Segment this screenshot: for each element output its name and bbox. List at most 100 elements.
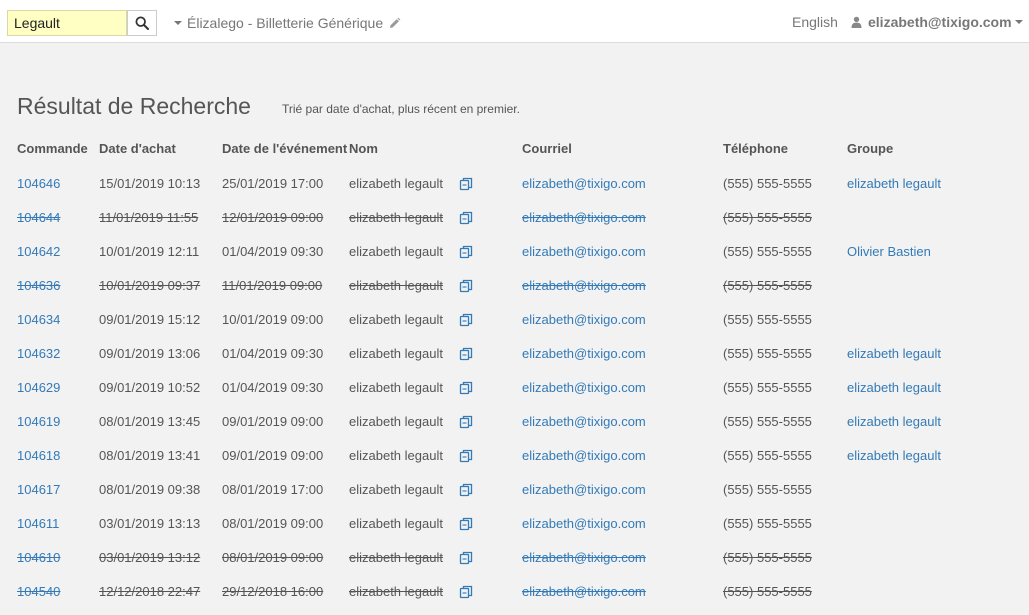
order-link[interactable]: 104646 [17,176,60,191]
copy-cell [459,234,522,268]
column-header-event-date[interactable]: Date de l'événement [222,130,349,166]
order-cell: 104617 [17,472,99,506]
table-row: 104618 08/01/2019 13:41 09/01/2019 09:00 el… [17,438,1017,472]
table-row: 104540 12/12/2018 22:47 29/12/2018 16:00 el… [17,574,1017,608]
purchase-date-cell: 11/01/2019 11:55 [99,209,199,225]
email-link[interactable]: elizabeth@tixigo.com [522,584,646,599]
email-link[interactable]: elizabeth@tixigo.com [522,482,646,497]
copy-icon[interactable] [459,245,473,259]
order-link[interactable]: 104618 [17,448,60,463]
copy-icon[interactable] [459,415,473,429]
order-link[interactable]: 104610 [17,550,60,565]
event-date-cell: 09/01/2019 09:00 [222,413,324,429]
event-selector[interactable]: Élizalego - Billetterie Générique [174,14,401,32]
email-link[interactable]: elizabeth@tixigo.com [522,244,646,259]
caret-down-icon [1014,20,1023,24]
table-row: 104646 15/01/2019 10:13 25/01/2019 17:00 el… [17,166,1017,200]
copy-icon[interactable] [459,551,473,565]
copy-icon[interactable] [459,449,473,463]
copy-icon[interactable] [459,585,473,599]
group-cell: elizabeth legault [847,370,1017,404]
order-link[interactable]: 104642 [17,244,60,259]
email-link[interactable]: elizabeth@tixigo.com [522,550,646,565]
copy-icon[interactable] [459,313,473,327]
email-link[interactable]: elizabeth@tixigo.com [522,210,646,225]
column-header-phone[interactable]: Téléphone [723,130,847,166]
search-button[interactable] [127,10,157,36]
phone-cell: (555) 555-5555 [723,413,812,429]
phone-cell: (555) 555-5555 [723,515,812,531]
purchase-date-cell: 09/01/2019 10:52 [99,379,201,395]
copy-icon[interactable] [459,347,473,361]
copy-icon[interactable] [459,381,473,395]
order-cell: 104611 [17,506,99,540]
order-link[interactable]: 104632 [17,346,60,361]
user-email: elizabeth@tixigo.com [868,14,1012,30]
group-link[interactable]: elizabeth legault [847,176,941,191]
email-link[interactable]: elizabeth@tixigo.com [522,414,646,429]
email-link[interactable]: elizabeth@tixigo.com [522,176,646,191]
email-cell: elizabeth@tixigo.com [522,166,723,200]
email-link[interactable]: elizabeth@tixigo.com [522,448,646,463]
order-link[interactable]: 104636 [17,278,60,293]
phone-cell: (555) 555-5555 [723,243,812,259]
order-link[interactable]: 104629 [17,380,60,395]
group-link[interactable]: elizabeth legault [847,414,941,429]
email-cell: elizabeth@tixigo.com [522,506,723,540]
group-link[interactable]: elizabeth legault [847,346,941,361]
order-link[interactable]: 104634 [17,312,60,327]
pencil-icon[interactable] [388,17,401,30]
order-cell: 104646 [17,166,99,200]
email-cell: elizabeth@tixigo.com [522,268,723,302]
group-link[interactable]: elizabeth legault [847,380,941,395]
email-cell: elizabeth@tixigo.com [522,336,723,370]
order-link[interactable]: 104644 [17,210,60,225]
purchase-date-cell: 10/01/2019 12:11 [99,243,200,259]
column-header-name[interactable]: Nom [349,130,459,166]
copy-icon[interactable] [459,177,473,191]
phone-cell: (555) 555-5555 [723,277,812,293]
table-row: 104642 10/01/2019 12:11 01/04/2019 09:30 el… [17,234,1017,268]
order-link[interactable]: 104619 [17,414,60,429]
email-link[interactable]: elizabeth@tixigo.com [522,516,646,531]
event-date-cell: 12/01/2019 09:00 [222,209,324,225]
email-cell: elizabeth@tixigo.com [522,540,723,574]
user-menu[interactable]: elizabeth@tixigo.com [851,14,1023,30]
table-row: 104619 08/01/2019 13:45 09/01/2019 09:00 el… [17,404,1017,438]
column-header-purchase-date[interactable]: Date d'achat [99,130,222,166]
purchase-date-cell: 09/01/2019 13:06 [99,345,201,361]
copy-cell [459,540,522,574]
order-cell: 104540 [17,574,99,608]
name-cell: elizabeth legault [349,209,443,225]
column-header-group[interactable]: Groupe [847,130,1017,166]
event-date-cell: 29/12/2018 16:00 [222,583,324,599]
email-link[interactable]: elizabeth@tixigo.com [522,312,646,327]
table-header-row: Commande Date d'achat Date de l'événemen… [17,130,1017,166]
language-switch[interactable]: English [792,14,838,30]
order-cell: 104642 [17,234,99,268]
event-date-cell: 09/01/2019 09:00 [222,447,324,463]
order-link[interactable]: 104617 [17,482,60,497]
purchase-date-cell: 08/01/2019 09:38 [99,481,201,497]
copy-icon[interactable] [459,517,473,531]
email-link[interactable]: elizabeth@tixigo.com [522,278,646,293]
name-cell: elizabeth legault [349,379,443,395]
copy-icon[interactable] [459,483,473,497]
email-link[interactable]: elizabeth@tixigo.com [522,346,646,361]
column-header-email[interactable]: Courriel [522,130,723,166]
table-row: 104632 09/01/2019 13:06 01/04/2019 09:30 el… [17,336,1017,370]
copy-icon[interactable] [459,279,473,293]
phone-cell: (555) 555-5555 [723,175,812,191]
group-link[interactable]: elizabeth legault [847,448,941,463]
group-cell: Olivier Bastien [847,234,1017,268]
order-cell: 104636 [17,268,99,302]
order-link[interactable]: 104611 [17,516,59,531]
copy-icon[interactable] [459,211,473,225]
column-header-order[interactable]: Commande [17,130,99,166]
search-input[interactable] [7,10,127,36]
group-cell: elizabeth legault [847,166,1017,200]
group-link[interactable]: Olivier Bastien [847,244,931,259]
copy-cell [459,370,522,404]
email-link[interactable]: elizabeth@tixigo.com [522,380,646,395]
order-link[interactable]: 104540 [17,584,60,599]
